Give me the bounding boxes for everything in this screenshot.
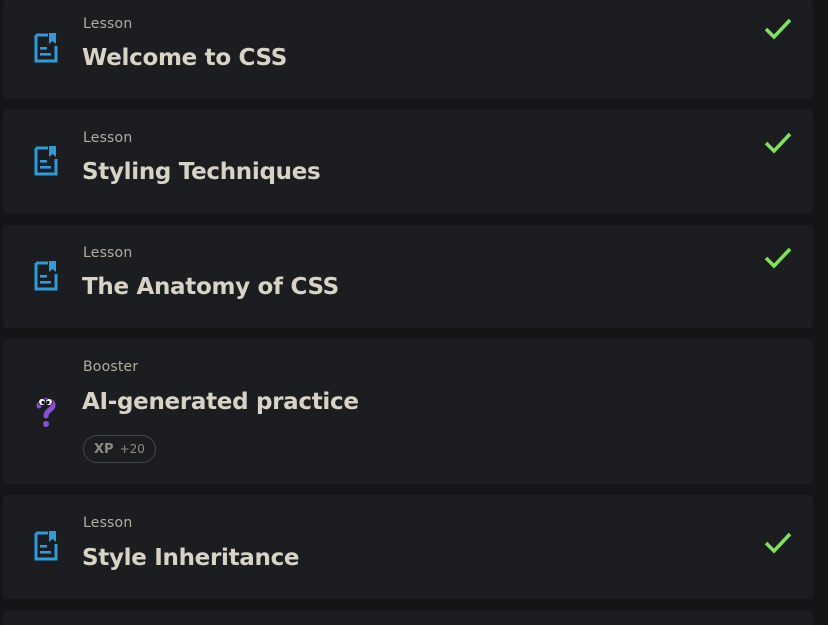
item-type-label: Lesson: [83, 515, 133, 531]
lesson-card-welcome-to-css[interactable]: Lesson Welcome to CSS: [3, 0, 813, 99]
xp-badge: XP +20: [83, 435, 156, 463]
completed-check-icon: [763, 245, 793, 271]
lesson-document-icon: [31, 529, 61, 563]
lesson-document-icon: [31, 259, 61, 293]
lesson-document-icon: [31, 144, 61, 178]
item-title: Styling Techniques: [82, 159, 321, 185]
lesson-card-style-inheritance[interactable]: Lesson Style Inheritance: [3, 495, 813, 599]
item-title: Welcome to CSS: [82, 45, 288, 71]
lesson-card-anatomy-of-css[interactable]: Lesson The Anatomy of CSS: [3, 225, 813, 328]
item-title: AI-generated practice: [82, 389, 359, 415]
lesson-card-styling-techniques[interactable]: Lesson Styling Techniques: [3, 110, 813, 214]
next-card-partial[interactable]: [3, 610, 813, 625]
question-mark-mascot-icon: [31, 395, 61, 429]
item-title: The Anatomy of CSS: [82, 274, 339, 300]
xp-value: +20: [119, 442, 145, 456]
item-type-label: Lesson: [83, 16, 133, 32]
booster-card-ai-generated-practice[interactable]: Booster AI-generated practice XP +20: [3, 339, 813, 484]
item-type-label: Lesson: [83, 130, 133, 146]
xp-label: XP: [94, 441, 114, 457]
completed-check-icon: [763, 530, 793, 556]
item-type-label: Booster: [83, 359, 139, 375]
item-type-label: Lesson: [83, 245, 133, 261]
lesson-document-icon: [31, 31, 61, 65]
completed-check-icon: [763, 130, 793, 156]
lesson-list: Lesson Welcome to CSS Lesson Styling Tec…: [0, 0, 828, 625]
item-title: Style Inheritance: [82, 545, 300, 571]
completed-check-icon: [763, 16, 793, 42]
